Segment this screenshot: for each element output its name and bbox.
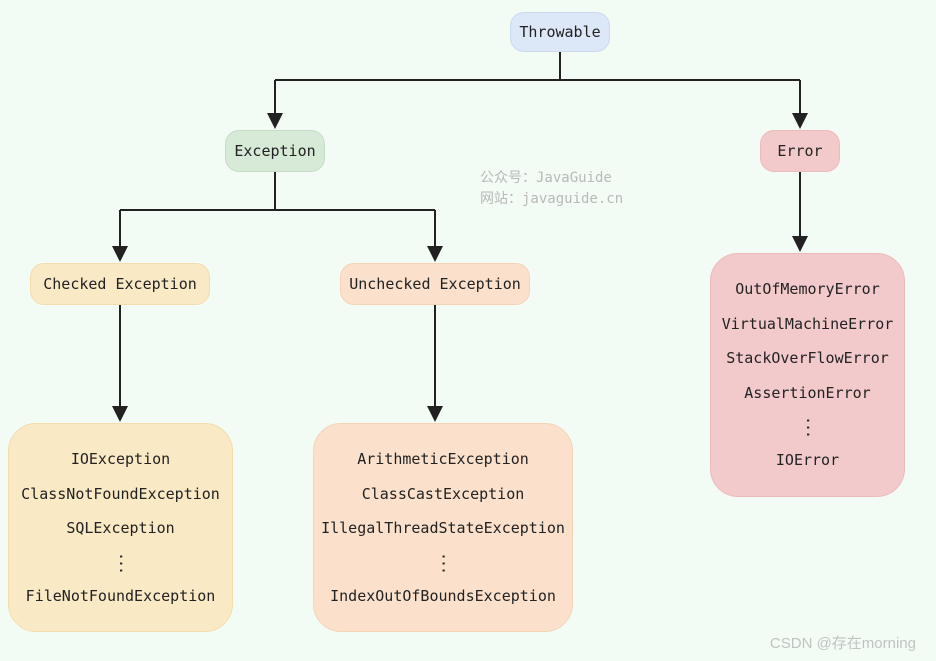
- node-label: Checked Exception: [43, 275, 197, 293]
- list-item: AssertionError: [744, 382, 870, 405]
- node-throwable: Throwable: [510, 12, 610, 52]
- list-item: FileNotFoundException: [26, 585, 216, 608]
- ellipsis-icon: ···: [440, 552, 445, 573]
- node-error: Error: [760, 130, 840, 172]
- node-checked-list: IOException ClassNotFoundException SQLEx…: [8, 423, 233, 632]
- watermark-csdn: CSDN @存在morning: [770, 632, 916, 653]
- node-error-list: OutOfMemoryError VirtualMachineError Sta…: [710, 253, 905, 497]
- node-unchecked-exception: Unchecked Exception: [340, 263, 530, 305]
- ellipsis-icon: ···: [118, 552, 123, 573]
- node-label: Throwable: [519, 23, 600, 41]
- ellipsis-icon: ···: [805, 416, 810, 437]
- list-item: VirtualMachineError: [722, 313, 894, 336]
- list-item: IndexOutOfBoundsException: [330, 585, 556, 608]
- list-item: IllegalThreadStateException: [321, 517, 565, 540]
- list-item: SQLException: [66, 517, 174, 540]
- list-item: StackOverFlowError: [726, 347, 889, 370]
- watermark-text: CSDN @存在morning: [770, 635, 916, 652]
- node-exception: Exception: [225, 130, 325, 172]
- node-label: Unchecked Exception: [349, 275, 521, 293]
- watermark-line: 公众号：JavaGuide: [480, 168, 623, 189]
- node-label: Exception: [234, 142, 315, 160]
- list-item: ClassNotFoundException: [21, 483, 220, 506]
- list-item: IOError: [776, 449, 839, 472]
- node-checked-exception: Checked Exception: [30, 263, 210, 305]
- watermark-line: 网站：javaguide.cn: [480, 189, 623, 210]
- list-item: ClassCastException: [362, 483, 525, 506]
- list-item: ArithmeticException: [357, 448, 529, 471]
- node-unchecked-list: ArithmeticException ClassCastException I…: [313, 423, 573, 632]
- node-label: Error: [777, 142, 822, 160]
- watermark-javaguide: 公众号：JavaGuide 网站：javaguide.cn: [480, 168, 623, 210]
- list-item: OutOfMemoryError: [735, 278, 880, 301]
- list-item: IOException: [71, 448, 170, 471]
